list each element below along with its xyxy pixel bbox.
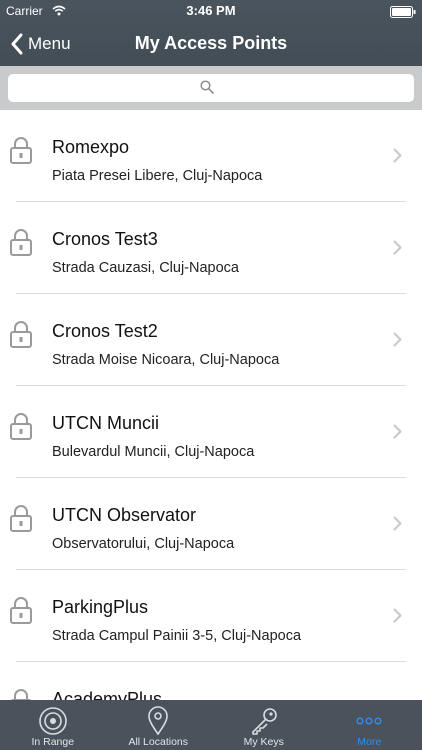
access-point-row[interactable]: Cronos Test3 Strada Cauzasi, Cluj-Napoca (0, 202, 422, 294)
lock-icon (10, 137, 32, 164)
tab-label: More (357, 736, 382, 748)
access-point-row[interactable]: ParkingPlus Strada Campul Painii 3-5, Cl… (0, 570, 422, 662)
access-point-address: Strada Campul Painii 3-5, Cluj-Napoca (52, 628, 302, 644)
access-point-name: Cronos Test2 (52, 321, 158, 341)
tab-label: In Range (31, 736, 75, 748)
access-point-address: Piata Presei Libere, Cluj-Napoca (52, 168, 263, 184)
tab-bar: In Range All Locations My Keys More (0, 700, 422, 750)
chevron-right-icon (393, 424, 402, 439)
chevron-right-icon (393, 516, 402, 531)
tab-in-range[interactable]: In Range (0, 700, 106, 750)
lock-icon (10, 413, 32, 440)
lock-icon (10, 597, 32, 624)
page-title: My Access Points (134, 33, 288, 53)
access-point-name: Cronos Test3 (52, 229, 158, 249)
access-point-name: ParkingPlus (52, 597, 149, 617)
access-point-row[interactable]: UTCN Observator Observatorului, Cluj-Nap… (0, 478, 422, 570)
access-point-address: Strada Cauzasi, Cluj-Napoca (52, 260, 239, 276)
chevron-right-icon (393, 148, 402, 163)
battery-icon (390, 6, 416, 18)
search-bar (0, 66, 422, 110)
navigation-bar: Menu My Access Points (0, 22, 422, 66)
tab-label: My Keys (243, 736, 284, 748)
access-point-row[interactable]: Romexpo Piata Presei Libere, Cluj-Napoca (0, 110, 422, 202)
access-point-name: UTCN Observator (52, 505, 197, 525)
chevron-right-icon (393, 240, 402, 255)
search-input[interactable] (8, 74, 414, 102)
tab-label: All Locations (128, 736, 189, 748)
access-point-address: Strada Moise Nicoara, Cluj-Napoca (52, 352, 280, 368)
access-point-name: Romexpo (52, 137, 130, 157)
tab-more[interactable]: More (317, 700, 422, 750)
tab-all-locations[interactable]: All Locations (106, 700, 212, 750)
chevron-right-icon (393, 332, 402, 347)
lock-icon (10, 689, 32, 700)
lock-icon (10, 505, 32, 532)
access-point-name: AcademyPlus (52, 689, 163, 700)
lock-icon (10, 321, 32, 348)
access-point-name: UTCN Muncii (52, 413, 160, 433)
access-point-address: Observatorului, Cluj-Napoca (52, 536, 235, 552)
access-point-row[interactable]: UTCN Muncii Bulevardul Muncii, Cluj-Napo… (0, 386, 422, 478)
access-point-row[interactable]: Cronos Test2 Strada Moise Nicoara, Cluj-… (0, 294, 422, 386)
status-time: 3:46 PM (186, 3, 236, 18)
lock-icon (10, 229, 32, 256)
access-point-address: Bulevardul Muncii, Cluj-Napoca (52, 444, 255, 460)
tab-my-keys[interactable]: My Keys (211, 700, 317, 750)
chevron-right-icon (393, 608, 402, 623)
access-point-list: Romexpo Piata Presei Libere, Cluj-Napoca… (0, 110, 422, 700)
access-point-row[interactable]: AcademyPlus (0, 662, 422, 700)
header: Carrier 3:46 PM Menu My Access Points (0, 0, 422, 66)
status-bar: Carrier 3:46 PM (0, 0, 422, 22)
